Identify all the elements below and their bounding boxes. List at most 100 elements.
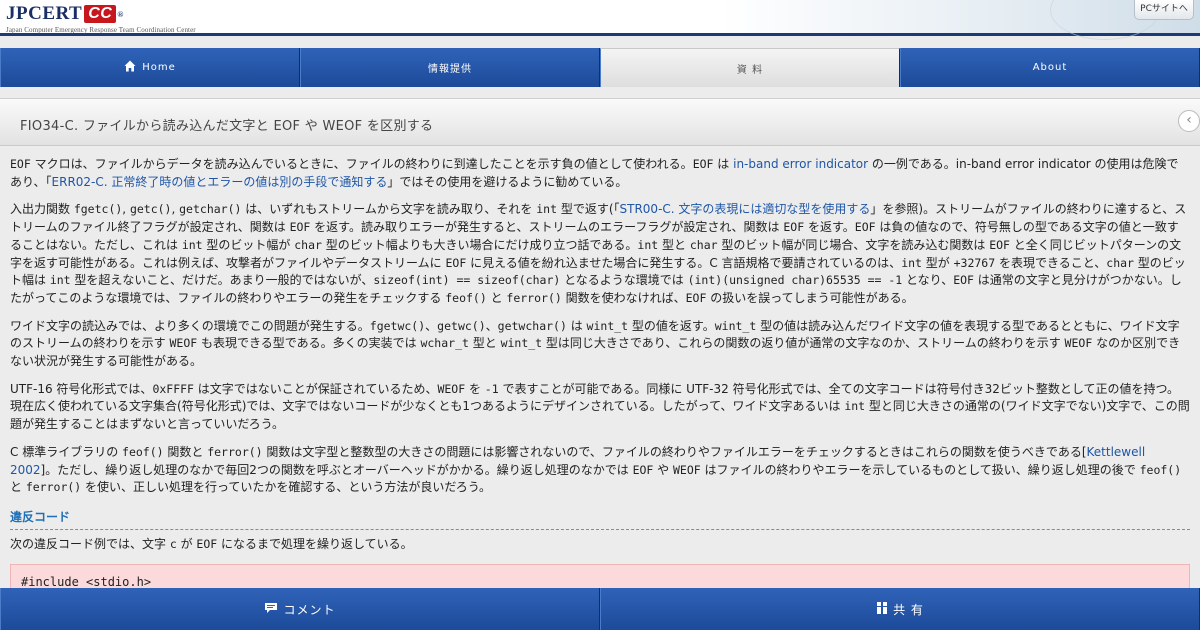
- comment-button[interactable]: コメント: [0, 588, 600, 630]
- text: 関数は文字型と整数型の大きさの問題には影響されないので、ファイルの終わりやファイ…: [262, 444, 1087, 459]
- code: char: [294, 237, 322, 252]
- logo-reg: ®: [117, 9, 124, 19]
- text: 入出力関数: [10, 202, 74, 217]
- code: EOF: [953, 273, 974, 288]
- text: と: [10, 480, 26, 495]
- code: getc(): [129, 202, 172, 217]
- code: sizeof(int) == sizeof(char): [373, 273, 561, 288]
- text: に見える値を紛れ込ませた場合に発生する。C 言語規格で要請されているのは、: [466, 255, 902, 270]
- code: getwc(): [437, 318, 486, 333]
- text: 型で返す(「: [557, 202, 620, 217]
- comment-label: コメント: [283, 602, 336, 617]
- text: はファイルの終わりやエラーを示しているものとして扱い、繰り返し処理の後で: [700, 462, 1140, 477]
- text: 型と: [468, 336, 501, 351]
- code: 0xFFFF: [152, 381, 194, 396]
- code: EOF: [196, 536, 218, 551]
- code: WEOF: [1064, 336, 1093, 351]
- code: getchar(): [179, 202, 242, 217]
- text: 、: [425, 318, 438, 333]
- site-header: JPCERT CC ® Japan Computer Emergency Res…: [0, 0, 1200, 40]
- logo-cc: CC: [84, 5, 117, 23]
- share-icon: [876, 601, 888, 617]
- text: は文字ではないことが保証されているため、: [193, 381, 438, 396]
- nav-home-label: Home: [142, 62, 176, 73]
- home-icon: [124, 60, 136, 75]
- link-in-band-error-indicator[interactable]: in-band error indicator: [733, 157, 868, 171]
- code: EOF: [989, 237, 1010, 252]
- code-eof: EOF: [692, 157, 714, 171]
- text: 関数と: [163, 444, 208, 459]
- back-chevron-icon[interactable]: ‹: [1178, 110, 1200, 132]
- code: int: [844, 399, 866, 414]
- code: WEOF: [672, 462, 701, 477]
- code: wchar_t: [420, 336, 469, 351]
- code: -1: [484, 381, 499, 396]
- text: は、いずれもストリームから文字を読み取り、それを: [241, 202, 537, 217]
- code: getwchar(): [497, 318, 567, 333]
- code: EOF: [289, 220, 311, 235]
- text: となり、: [902, 273, 954, 288]
- paragraph-1: EOF マクロは、ファイルからデータを読み込んでいるときに、ファイルの終わりに到…: [10, 156, 1190, 191]
- text: となるような環境では: [560, 273, 688, 288]
- paragraph-2: 入出力関数 fgetc(), getc(), getchar() は、いずれもス…: [10, 201, 1190, 307]
- bottom-bar: コメント 共 有: [0, 588, 1200, 630]
- code: char: [1106, 255, 1134, 270]
- section-heading-noncompliant: 違反コード: [10, 509, 1190, 530]
- code: EOF: [685, 290, 707, 305]
- paragraph-5: C 標準ライブラリの feof() 関数と ferror() 関数は文字型と整数…: [10, 444, 1190, 497]
- nav-documents-label: 資 料: [736, 64, 764, 76]
- code: char: [689, 237, 718, 252]
- text: 型を超えないこと、だけだ。あまり一般的ではないが、: [70, 273, 374, 288]
- text: 型のビット幅よりも大きい場合にだけ成り立つ話である。: [321, 237, 638, 252]
- code: ferror(): [506, 290, 562, 305]
- text: を使い、正しい処理を行っていたかを確認する、という方法が良いだろう。: [81, 480, 491, 495]
- text: ]。ただし、繰り返し処理のなかで毎回2つの関数を呼ぶとオーバーヘッドがかかる。繰…: [40, 462, 633, 477]
- code: fgetc(): [73, 202, 123, 217]
- link-err02-c[interactable]: ERR02-C. 正常終了時の値とエラーの値は別の手段で通知する: [52, 175, 388, 189]
- text: 型のビット幅が同じ場合、文字を読み込む関数は: [717, 237, 990, 252]
- code: c: [169, 536, 177, 551]
- article-content: EOF マクロは、ファイルからデータを読み込んでいるときに、ファイルの終わりに到…: [10, 156, 1190, 563]
- code-line: #include <stdio.h>: [21, 575, 152, 589]
- text: 型のビット幅が: [202, 237, 295, 252]
- text: の扱いを誤ってしまう可能性がある。: [706, 290, 914, 305]
- code: wint_t: [500, 336, 543, 351]
- text: 型は同じ大きさであり、これらの関数の返り値が通常の文字なのか、ストリームの終わり…: [542, 336, 1065, 351]
- logo-text: JPCERT: [6, 3, 83, 24]
- text: UTF-16 符号化形式では、: [10, 381, 153, 396]
- code: ferror(): [25, 480, 82, 495]
- code: WEOF: [169, 336, 198, 351]
- text: と: [486, 290, 507, 305]
- paragraph-3: ワイド文字の読込みでは、より多くの環境でこの問題が発生する。fgetwc()、g…: [10, 318, 1190, 371]
- text: ,: [171, 202, 180, 217]
- jpcert-logo[interactable]: JPCERT CC ® Japan Computer Emergency Res…: [6, 3, 196, 34]
- text: 」ではその使用を避けるように勧めている。: [387, 174, 628, 189]
- link-str00-c[interactable]: STR00-C. 文字の表現には適切な型を使用する: [620, 202, 871, 216]
- text: C 標準ライブラリの: [10, 444, 123, 459]
- code: wint_t: [586, 318, 629, 333]
- nav-home[interactable]: Home: [0, 48, 300, 87]
- code: feof(): [122, 444, 164, 459]
- title-bar: FIO34-C. ファイルから読み込んだ文字と EOF や WEOF を区別する…: [0, 98, 1200, 146]
- text: になるまで処理を繰り返している。: [217, 536, 413, 551]
- text: を返す。読み取りエラーが発生すると、ストリームのエラーフラグが設定され、関数は: [310, 220, 784, 235]
- main-nav: Home 情報提供 資 料 About: [0, 48, 1200, 87]
- text: ,: [122, 202, 130, 217]
- code: feof(): [1139, 462, 1182, 477]
- share-button[interactable]: 共 有: [600, 588, 1200, 630]
- text: マクロは、ファイルからデータを読み込んでいるときに、ファイルの終わりに到達したこ…: [30, 157, 693, 171]
- code: int: [181, 237, 203, 252]
- text: を返す。: [804, 220, 855, 235]
- text: も表現できる型である。多くの実装では: [197, 336, 421, 351]
- code: EOF: [783, 220, 805, 235]
- nav-documents[interactable]: 資 料: [600, 48, 900, 87]
- code: WEOF: [437, 381, 466, 396]
- code-eof: EOF: [10, 157, 31, 171]
- nav-about[interactable]: About: [900, 48, 1200, 87]
- text: は: [566, 318, 587, 333]
- code: EOF: [445, 255, 467, 270]
- nav-info[interactable]: 情報提供: [300, 48, 600, 87]
- code: int: [536, 202, 558, 217]
- pc-site-link[interactable]: PCサイトへ: [1134, 0, 1194, 20]
- text: 関数を使わなければ、: [561, 290, 686, 305]
